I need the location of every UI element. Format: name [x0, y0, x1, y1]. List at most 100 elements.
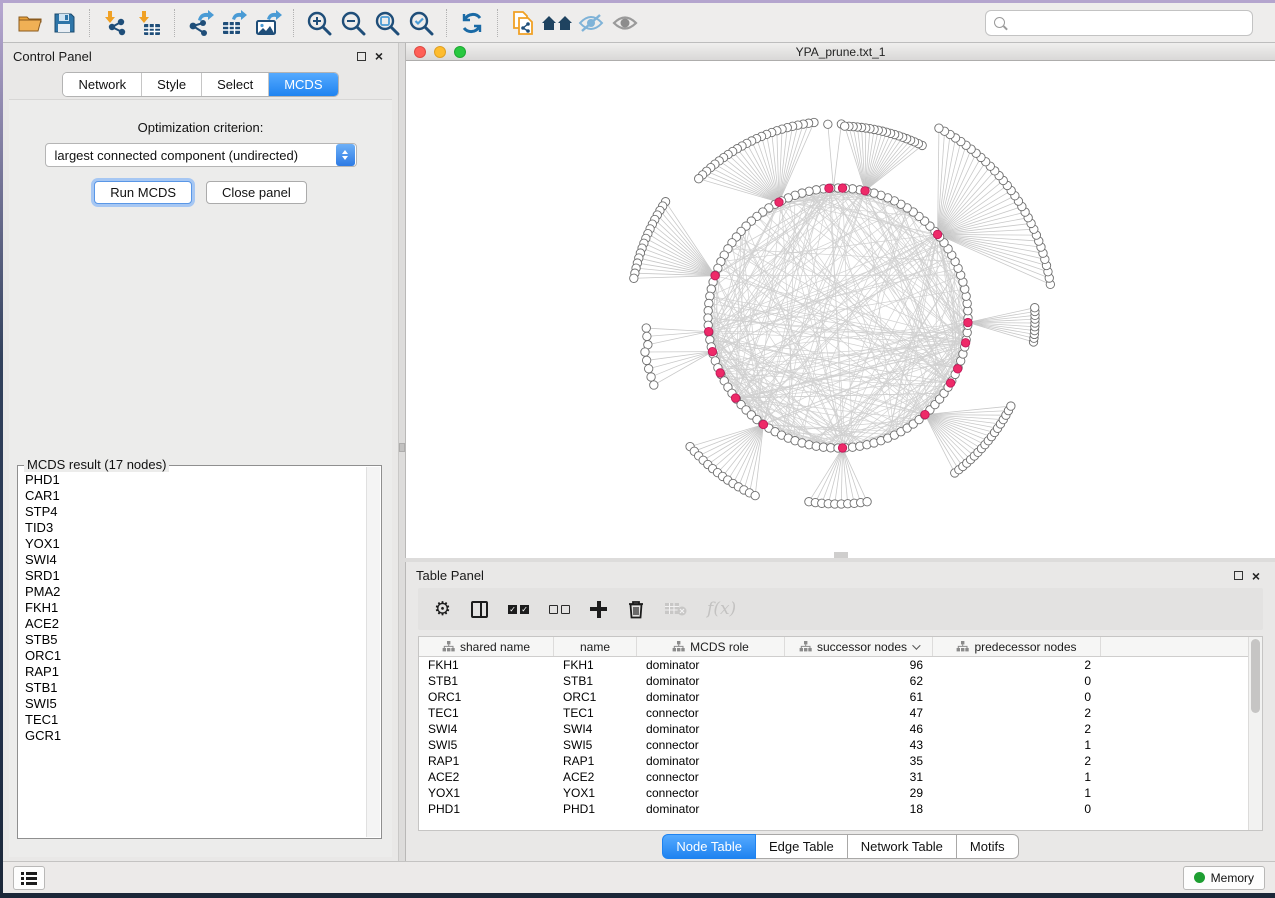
table-row[interactable]: PHD1PHD1dominator180: [419, 801, 1248, 817]
table-row[interactable]: STB1STB1dominator620: [419, 673, 1248, 689]
table-header-row: shared namenameMCDS rolesuccessor nodesp…: [419, 637, 1248, 657]
select-all-columns-icon[interactable]: ✓✓: [508, 597, 529, 621]
open-folder-icon[interactable]: [13, 8, 47, 38]
export-table-icon[interactable]: [217, 8, 251, 38]
first-neighbors-icon[interactable]: [540, 8, 574, 38]
tab-network[interactable]: Network: [63, 73, 142, 96]
add-column-icon[interactable]: [590, 597, 607, 621]
mcds-result-item[interactable]: CAR1: [25, 488, 366, 504]
table-row[interactable]: SWI4SWI4dominator462: [419, 721, 1248, 737]
mcds-result-item[interactable]: GCR1: [25, 728, 366, 744]
main-toolbar: [3, 3, 1275, 43]
mcds-result-item[interactable]: STB5: [25, 632, 366, 648]
import-network-icon[interactable]: [98, 8, 132, 38]
column-header-name[interactable]: name: [554, 637, 637, 656]
table-panel: Table Panel × ⚙ ✓✓ f(x): [405, 562, 1275, 861]
table-row[interactable]: SWI5SWI5connector431: [419, 737, 1248, 753]
mcds-result-item[interactable]: PMA2: [25, 584, 366, 600]
table-toolbar: ⚙ ✓✓ f(x): [418, 588, 1263, 630]
tab-motifs[interactable]: Motifs: [957, 834, 1019, 859]
table-close-button[interactable]: ×: [1247, 568, 1265, 584]
tab-network-table[interactable]: Network Table: [848, 834, 957, 859]
mcds-result-scrollbar[interactable]: [366, 467, 380, 837]
shared-column-icon: [442, 641, 455, 652]
show-all-icon[interactable]: [608, 8, 642, 38]
mcds-result-item[interactable]: PHD1: [25, 472, 366, 488]
canvas-resize-grip[interactable]: [834, 552, 848, 558]
network-window-titlebar[interactable]: YPA_prune.txt_1: [406, 43, 1275, 61]
control-panel: Control Panel × NetworkStyleSelectMCDS O…: [3, 43, 399, 861]
toolbar-separator: [497, 9, 498, 37]
delete-table-icon: [665, 597, 687, 621]
mcds-result-item[interactable]: YOX1: [25, 536, 366, 552]
network-canvas[interactable]: [406, 61, 1275, 558]
mcds-result-item[interactable]: ACE2: [25, 616, 366, 632]
tab-select[interactable]: Select: [202, 73, 269, 96]
control-panel-tabs: NetworkStyleSelectMCDS: [62, 72, 338, 97]
mcds-result-item[interactable]: FKH1: [25, 600, 366, 616]
mcds-result-item[interactable]: SRD1: [25, 568, 366, 584]
mcds-result-list: PHD1CAR1STP4TID3YOX1SWI4SRD1PMA2FKH1ACE2…: [19, 467, 366, 837]
table-float-button[interactable]: [1229, 568, 1247, 584]
mcds-result-item[interactable]: TID3: [25, 520, 366, 536]
network-graph[interactable]: [406, 61, 1275, 558]
search-icon: [994, 17, 1005, 28]
export-network-icon[interactable]: [183, 8, 217, 38]
mcds-result-item[interactable]: SWI5: [25, 696, 366, 712]
column-header-MCDS-role[interactable]: MCDS role: [637, 637, 785, 656]
optimization-criterion-select[interactable]: largest connected component (undirected): [45, 143, 357, 167]
mcds-result-box: MCDS result (17 nodes) PHD1CAR1STP4TID3Y…: [17, 465, 382, 839]
mcds-result-item[interactable]: TEC1: [25, 712, 366, 728]
memory-label: Memory: [1211, 871, 1254, 885]
hide-selected-icon[interactable]: [574, 8, 608, 38]
save-icon[interactable]: [47, 8, 81, 38]
mcds-result-item[interactable]: ORC1: [25, 648, 366, 664]
table-row[interactable]: ACE2ACE2connector311: [419, 769, 1248, 785]
mcds-result-item[interactable]: SWI4: [25, 552, 366, 568]
float-panel-button[interactable]: [352, 48, 370, 64]
zoom-selected-icon[interactable]: [404, 8, 438, 38]
task-history-button[interactable]: [13, 866, 45, 890]
zoom-in-icon[interactable]: [302, 8, 336, 38]
table-row[interactable]: RAP1RAP1dominator352: [419, 753, 1248, 769]
mcds-result-item[interactable]: STP4: [25, 504, 366, 520]
optimization-criterion-label: Optimization criterion:: [9, 120, 392, 135]
table-scrollbar[interactable]: [1248, 637, 1262, 830]
show-columns-icon[interactable]: [471, 597, 488, 621]
column-header-successor-nodes[interactable]: successor nodes: [785, 637, 933, 656]
column-header-shared-name[interactable]: shared name: [419, 637, 554, 656]
export-image-icon[interactable]: [251, 8, 285, 38]
table-scrollbar-thumb[interactable]: [1251, 639, 1260, 713]
run-mcds-button[interactable]: Run MCDS: [94, 181, 192, 204]
table-row[interactable]: ORC1ORC1dominator610: [419, 689, 1248, 705]
search-input[interactable]: [1012, 16, 1244, 30]
close-panel-button[interactable]: ×: [370, 48, 388, 64]
memory-button[interactable]: Memory: [1183, 866, 1265, 890]
search-field: [985, 10, 1253, 36]
table-row[interactable]: FKH1FKH1dominator962: [419, 657, 1248, 673]
control-panel-title: Control Panel: [13, 49, 352, 64]
table-row[interactable]: TEC1TEC1connector472: [419, 705, 1248, 721]
tab-style[interactable]: Style: [142, 73, 202, 96]
duplicate-network-icon[interactable]: [506, 8, 540, 38]
column-header-predecessor-nodes[interactable]: predecessor nodes: [933, 637, 1101, 656]
delete-column-icon[interactable]: [627, 597, 645, 621]
zoom-fit-icon[interactable]: [370, 8, 404, 38]
refresh-icon[interactable]: [455, 8, 489, 38]
table-body: FKH1FKH1dominator962STB1STB1dominator620…: [419, 657, 1248, 817]
table-row[interactable]: YOX1YOX1connector291: [419, 785, 1248, 801]
tab-node-table[interactable]: Node Table: [662, 834, 756, 859]
mcds-tab-content: Optimization criterion: largest connecte…: [9, 99, 392, 857]
toolbar-separator: [446, 9, 447, 37]
tab-mcds[interactable]: MCDS: [269, 73, 337, 96]
zoom-out-icon[interactable]: [336, 8, 370, 38]
mcds-result-item[interactable]: RAP1: [25, 664, 366, 680]
unselect-all-columns-icon[interactable]: [549, 597, 570, 621]
memory-status-icon: [1194, 872, 1205, 883]
tab-edge-table[interactable]: Edge Table: [756, 834, 848, 859]
node-table: shared namenameMCDS rolesuccessor nodesp…: [418, 636, 1263, 831]
close-panel-action-button[interactable]: Close panel: [206, 181, 307, 204]
mcds-result-item[interactable]: STB1: [25, 680, 366, 696]
import-table-icon[interactable]: [132, 8, 166, 38]
table-settings-icon[interactable]: ⚙: [434, 597, 451, 621]
